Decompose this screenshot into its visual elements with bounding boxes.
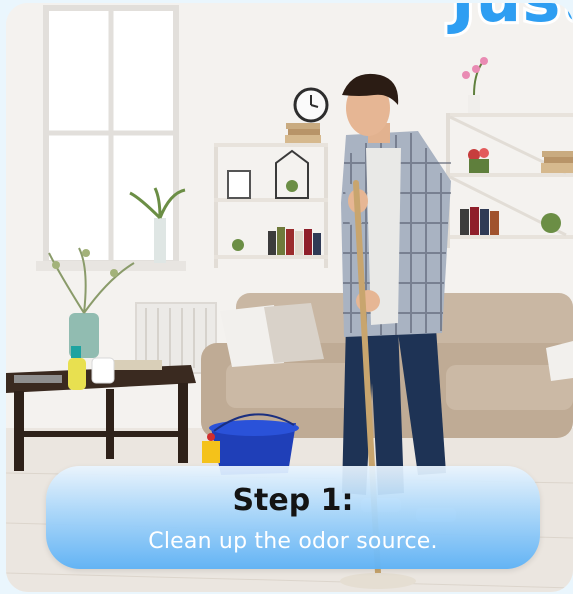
image-card: Just Step 1: Clean up the odor source.: [6, 3, 573, 592]
step-title: Step 1:: [232, 483, 354, 518]
step-description: Clean up the odor source.: [148, 529, 438, 554]
step-caption-card: Step 1: Clean up the odor source.: [46, 466, 540, 569]
headline-text: Just: [448, 3, 573, 40]
